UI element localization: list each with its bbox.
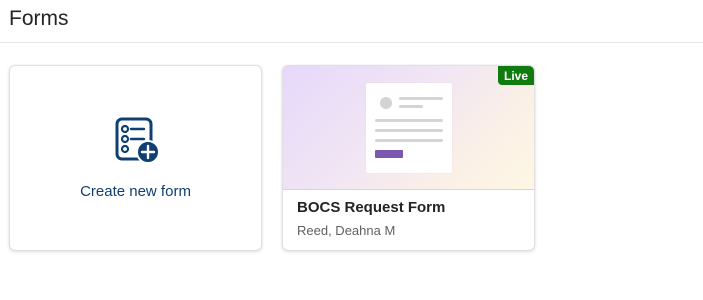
status-badge: Live [497, 66, 534, 85]
form-add-icon [115, 117, 160, 164]
page-header: Forms [0, 0, 703, 43]
create-new-form-card[interactable]: Create new form [9, 65, 262, 251]
form-preview-illustration [366, 83, 452, 173]
form-card[interactable]: Live BOCS Request Form Reed, Deahna M [282, 65, 535, 251]
form-owner: Reed, Deahna M [297, 223, 396, 238]
page-title: Forms [9, 7, 69, 30]
form-title: BOCS Request Form [297, 199, 446, 216]
create-new-form-label: Create new form [80, 183, 191, 200]
form-thumbnail: Live [283, 66, 534, 190]
